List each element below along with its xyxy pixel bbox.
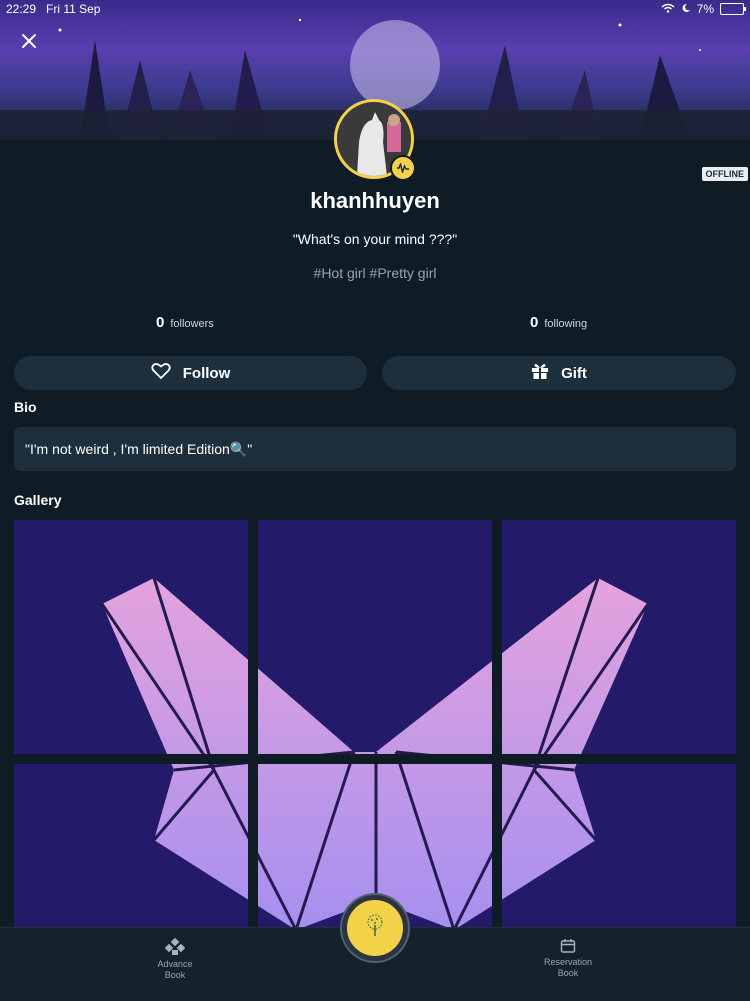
reservation-book-tab[interactable]: Reservation Book <box>528 938 608 979</box>
following-stat[interactable]: 0 following <box>530 314 587 331</box>
wifi-icon <box>661 2 675 16</box>
advance-book-tab[interactable]: Advance Book <box>135 937 215 981</box>
moon-icon <box>681 2 691 16</box>
presence-badge: OFFLINE <box>701 167 748 181</box>
followers-stat[interactable]: 0 followers <box>156 314 214 331</box>
gallery-heading: Gallery <box>14 492 62 508</box>
advance-book-label-line1: Advance <box>157 959 193 969</box>
status-date: Fri 11 Sep <box>46 2 101 16</box>
calendar-icon <box>528 938 608 957</box>
followers-count: 0 <box>156 314 165 331</box>
follow-label: Follow <box>182 364 231 382</box>
username: khanhhuyen <box>310 188 440 213</box>
gift-button[interactable]: Gift <box>382 356 736 390</box>
battery-icon <box>720 3 746 15</box>
bio-heading: Bio <box>14 399 37 415</box>
close-icon <box>22 34 36 48</box>
close-button[interactable] <box>18 30 40 52</box>
tree-icon <box>362 913 388 944</box>
gallery-artwork <box>14 520 736 928</box>
followers-label: followers <box>170 318 214 330</box>
status-bar: 22:29 Fri 11 Sep 7% <box>0 0 750 18</box>
gamepad-icon <box>135 937 215 959</box>
reservation-book-label-line2: Book <box>557 968 579 978</box>
reservation-book-label-line1: Reservation <box>543 957 593 967</box>
status-time: 22:29 <box>6 2 37 16</box>
gift-label: Gift <box>561 364 587 382</box>
advance-book-label-line2: Book <box>164 970 186 980</box>
following-label: following <box>544 318 588 330</box>
profile-tags: #Hot girl #Pretty girl <box>313 265 437 281</box>
bio-text: "I'm not weird , I'm limited Edition🔍" <box>14 427 736 471</box>
audio-wave-icon <box>390 155 416 181</box>
battery-percent: 7% <box>696 2 714 16</box>
following-count: 0 <box>530 314 539 331</box>
center-action-button[interactable] <box>342 895 408 961</box>
gallery-grid <box>14 520 736 928</box>
follow-button[interactable]: Follow <box>14 356 367 390</box>
gift-icon <box>531 362 549 384</box>
heart-icon <box>151 362 171 384</box>
status-indicators: 7% <box>661 2 746 16</box>
status-message: "What's on your mind ???" <box>292 231 458 247</box>
